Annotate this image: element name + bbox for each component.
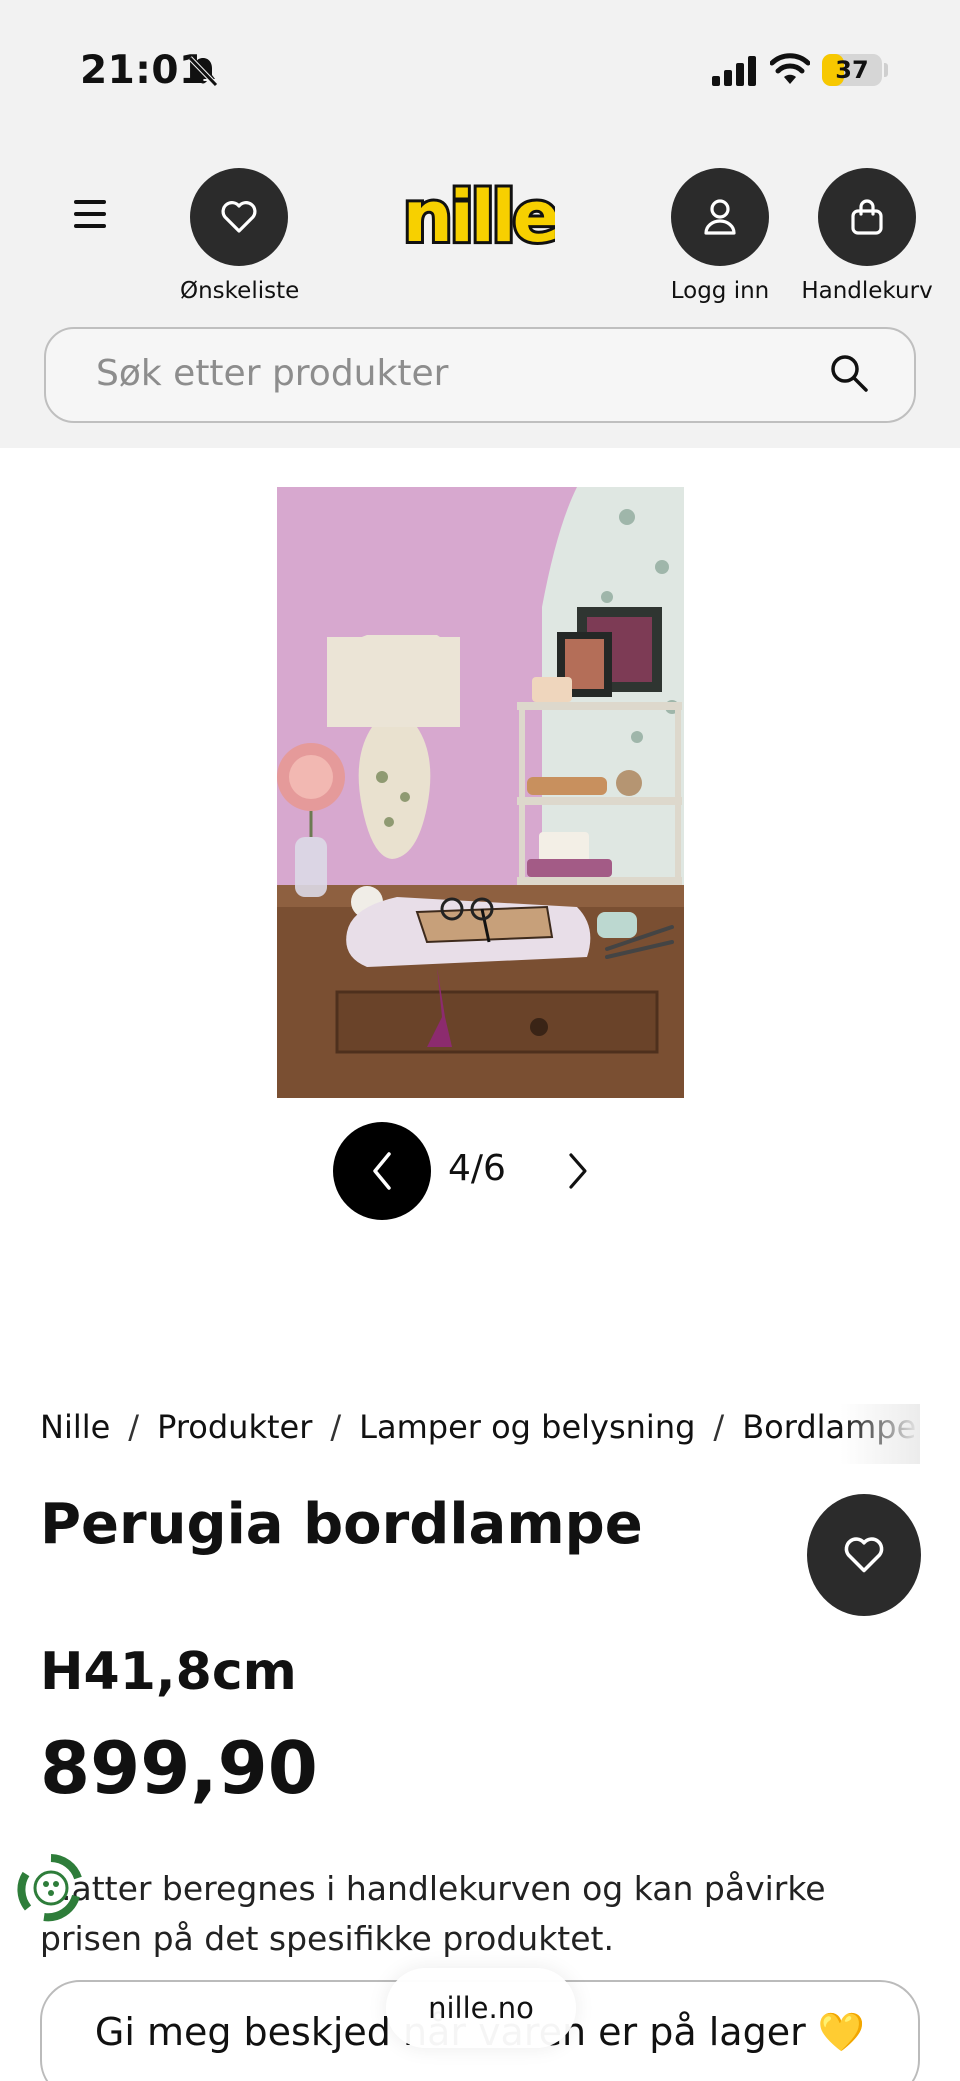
product-size: H41,8cm [40,1642,297,1702]
battery-nub [884,63,888,77]
cart-button[interactable] [818,168,916,266]
nille-logo[interactable]: nille [405,175,555,259]
breadcrumb-item-produkter[interactable]: Produkter [157,1408,312,1446]
chevron-right-icon [569,1153,587,1189]
gallery-counter: 4/6 [448,1148,506,1189]
bell-muted-icon [188,56,218,87]
shopping-bag-icon [851,199,883,235]
breadcrumb: Nille / Produkter / Lamper og belysning / Bord… [40,1408,920,1458]
user-icon [704,199,736,235]
breadcrumb-item-lamper[interactable]: Lamper og belysning [359,1408,695,1446]
login-label[interactable]: Logg inn [660,278,780,304]
heart-icon [844,1537,884,1573]
login-button[interactable] [671,168,769,266]
wishlist-button[interactable] [190,168,288,266]
browser-url-bar[interactable]: nille.no [386,1968,576,2048]
cart-label[interactable]: Handlekurv [800,278,934,304]
battery-level: 37 [835,56,869,84]
product-price: 899,90 [40,1726,318,1810]
product-image[interactable] [277,487,684,1098]
wifi-icon [770,53,810,84]
breadcrumb-item-nille[interactable]: Nille [40,1408,110,1446]
breadcrumb-fade [840,1404,920,1464]
gallery-next-button[interactable] [558,1146,598,1196]
breadcrumb-separator: / [713,1408,725,1446]
menu-icon[interactable] [74,200,110,230]
add-to-wishlist-button[interactable] [807,1494,921,1616]
heart-icon [221,201,257,233]
search-placeholder: Søk etter produkter [96,353,449,394]
search-input[interactable]: Søk etter produkter [44,327,916,423]
search-icon[interactable] [828,352,870,394]
breadcrumb-separator: / [128,1408,140,1446]
product-title: Perugia bordlampe [40,1492,643,1557]
gallery-prev-button[interactable] [333,1122,431,1220]
chevron-left-icon [373,1152,391,1190]
battery-icon: 37 [822,54,882,86]
breadcrumb-separator: / [330,1408,342,1446]
recycle-badge-icon[interactable] [16,1852,86,1924]
cellular-signal-icon [712,56,756,86]
svg-text:nille: nille [405,176,555,258]
wishlist-label[interactable]: Ønskeliste [180,278,299,304]
price-note: ...atter beregnes i handlekurven og kan … [40,1869,826,1958]
